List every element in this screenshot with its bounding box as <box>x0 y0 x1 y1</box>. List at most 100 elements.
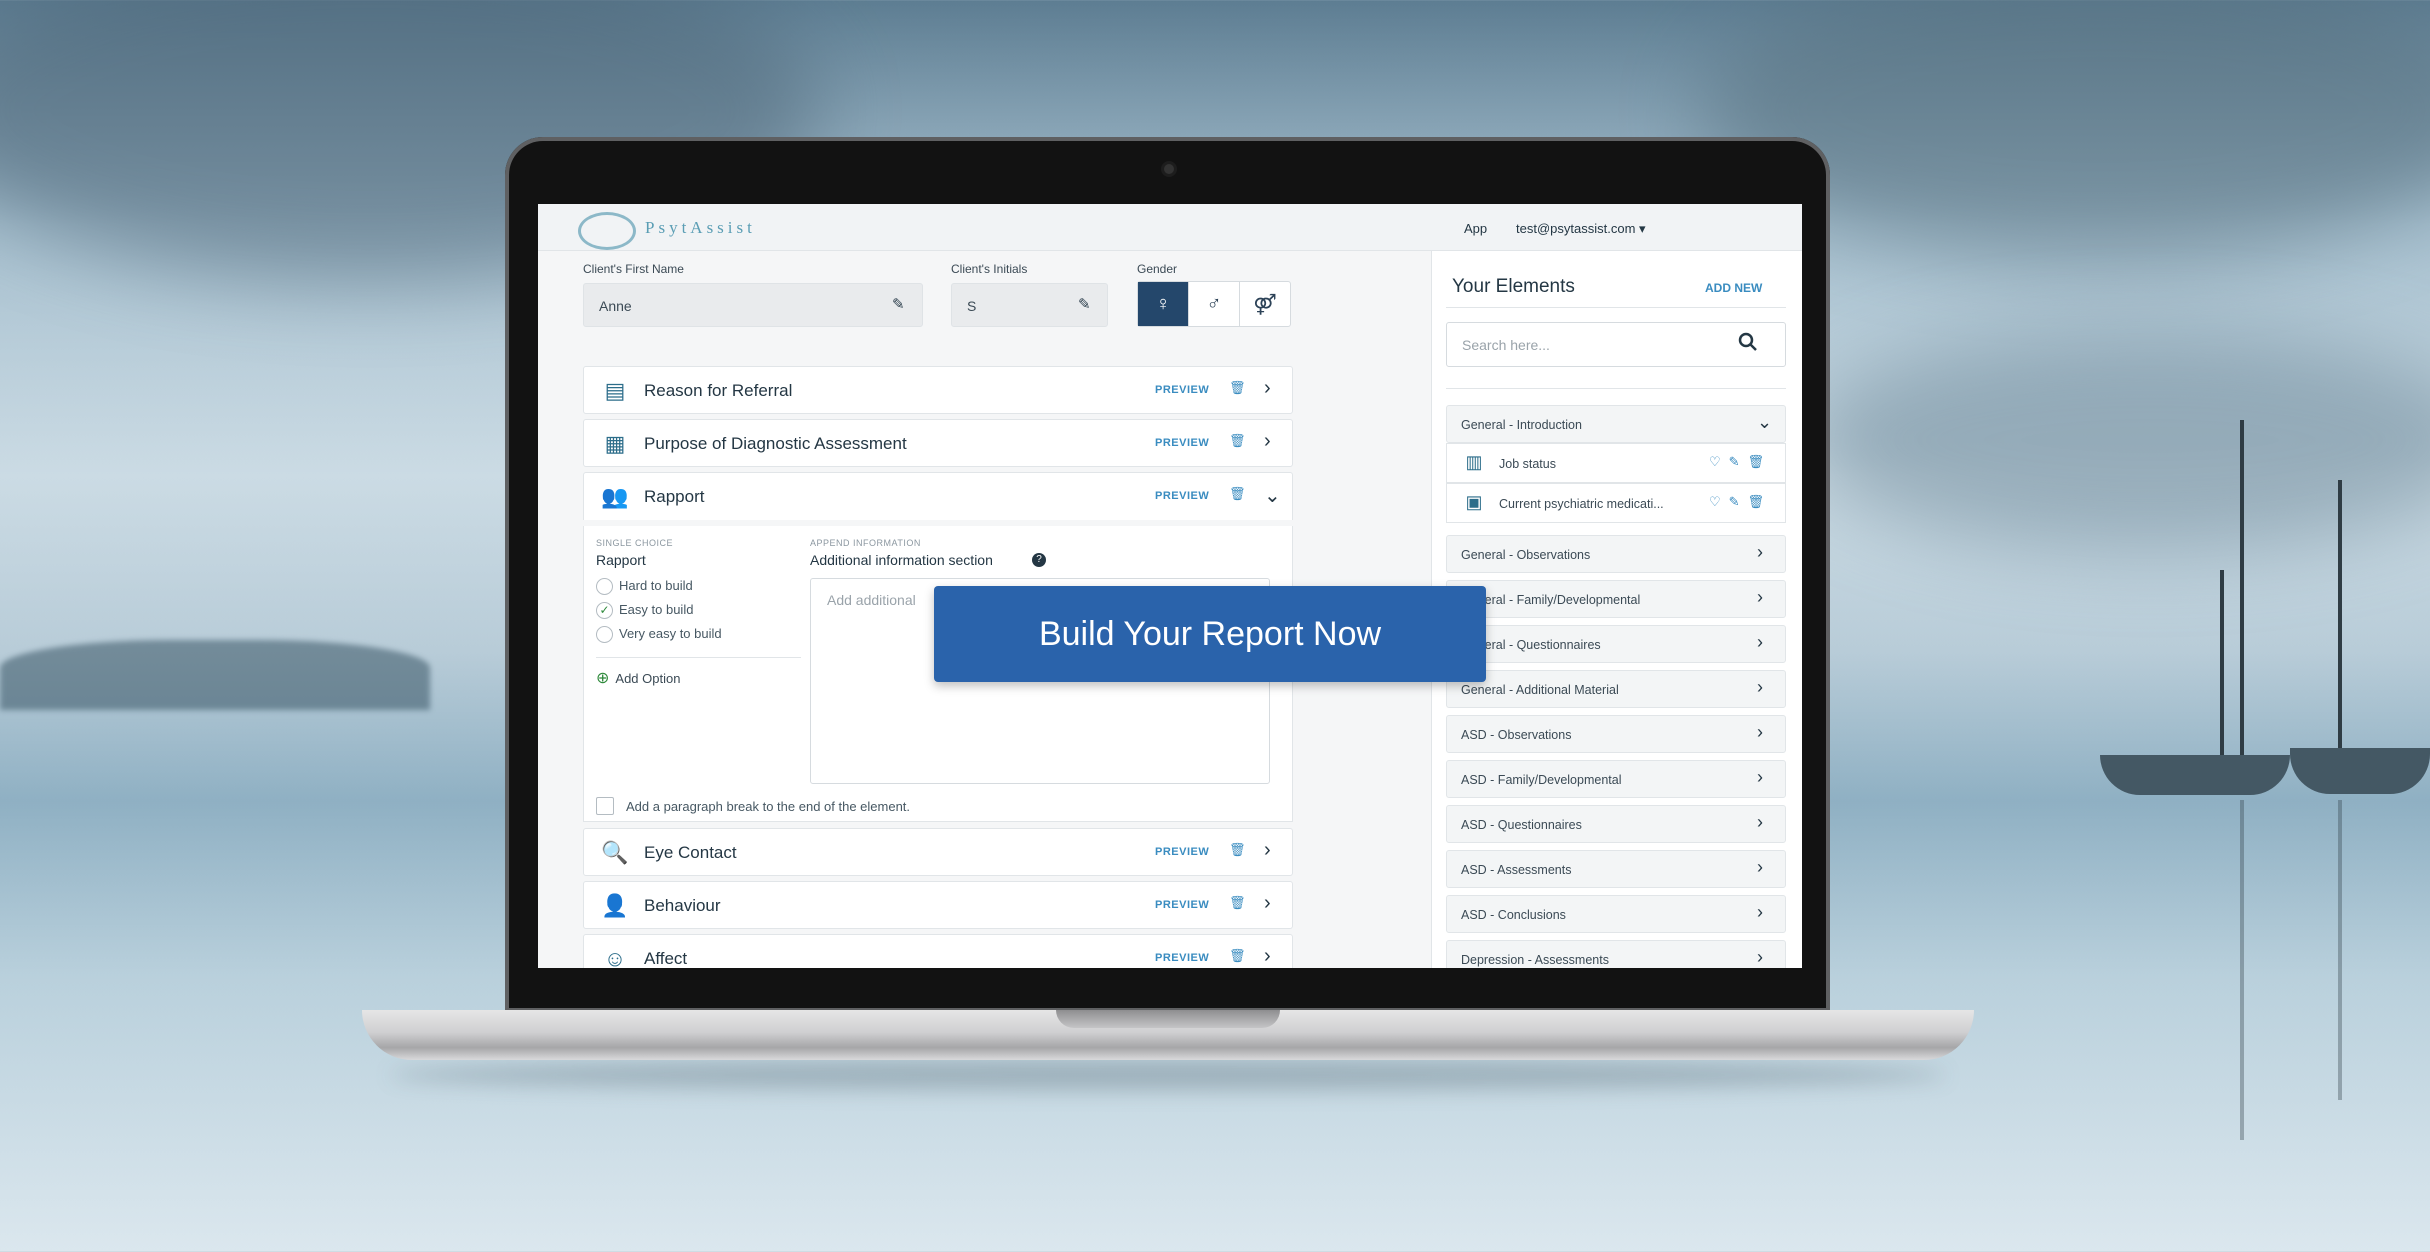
people-icon: 👥 <box>601 484 629 509</box>
category-item[interactable]: Depression - Assessments › <box>1446 940 1786 968</box>
logo-text[interactable]: PsytAssist <box>645 218 756 238</box>
option-hard[interactable]: Hard to build <box>596 578 693 596</box>
element-title: Rapport <box>644 487 705 506</box>
element-row-rapport[interactable]: 👥 Rapport PREVIEW 🗑 ⌄ <box>583 472 1293 520</box>
first-name-field[interactable]: Anne <box>583 283 923 327</box>
search-input[interactable]: Search here... <box>1446 322 1786 367</box>
category-general-introduction[interactable]: General - Introduction ⌄ <box>1446 405 1786 443</box>
element-title: Affect <box>644 949 688 968</box>
chevron-right-icon[interactable]: › <box>1264 430 1271 453</box>
male-icon[interactable]: ♂ <box>1189 282 1240 326</box>
item-actions[interactable]: ♡✎🗑 <box>1709 454 1772 470</box>
boat-hull <box>2290 748 2430 794</box>
element-item-medication[interactable]: ▣ Current psychiatric medicati... ♡✎🗑 <box>1446 483 1786 523</box>
element-row-behaviour[interactable]: 👤 Behaviour PREVIEW 🗑 › <box>583 881 1293 929</box>
category-label: ASD - Conclusions <box>1461 908 1566 922</box>
category-item[interactable]: General - Family/Developmental › <box>1446 580 1786 618</box>
category-item[interactable]: General - Observations › <box>1446 535 1786 573</box>
chevron-right-icon: › <box>1757 632 1763 652</box>
question-label: Rapport <box>596 552 646 568</box>
option-easy[interactable]: ✓ Easy to build <box>596 602 694 620</box>
chevron-right-icon[interactable]: › <box>1264 945 1271 968</box>
cloud <box>1800 330 2430 550</box>
category-item[interactable]: ASD - Observations › <box>1446 715 1786 753</box>
pencil-icon[interactable]: ✎ <box>1078 295 1091 313</box>
female-icon[interactable]: ♀ <box>1138 282 1189 326</box>
preview-button[interactable]: PREVIEW <box>1155 490 1209 502</box>
trash-icon[interactable]: 🗑 <box>1229 948 1246 964</box>
camera-icon <box>1164 164 1174 174</box>
preview-button[interactable]: PREVIEW <box>1155 846 1209 858</box>
build-report-button[interactable]: Build Your Report Now <box>934 586 1486 682</box>
first-name-label: Client's First Name <box>583 262 684 276</box>
divider <box>596 657 801 658</box>
category-item[interactable]: ASD - Family/Developmental › <box>1446 760 1786 798</box>
preview-button[interactable]: PREVIEW <box>1155 952 1209 964</box>
nav-app-link[interactable]: App <box>1464 221 1487 236</box>
preview-button[interactable]: PREVIEW <box>1155 437 1209 449</box>
radio-icon[interactable] <box>596 578 613 596</box>
boat-mast <box>2220 570 2224 770</box>
trash-icon[interactable]: 🗑 <box>1229 486 1246 502</box>
trash-icon[interactable]: 🗑 <box>1229 842 1246 858</box>
help-icon[interactable]: ? <box>1032 553 1046 567</box>
category-label: General - Observations <box>1461 548 1591 562</box>
category-item[interactable]: ASD - Questionnaires › <box>1446 805 1786 843</box>
trash-icon[interactable]: 🗑 <box>1229 433 1246 449</box>
element-item-label: Current psychiatric medicati... <box>1499 497 1664 511</box>
chevron-right-icon[interactable]: › <box>1264 892 1271 915</box>
choice-type-label: SINGLE CHOICE <box>596 538 674 548</box>
pencil-icon[interactable]: ✎ <box>892 295 905 313</box>
add-option-button[interactable]: ⊕ Add Option <box>596 668 680 688</box>
item-actions[interactable]: ♡✎🗑 <box>1709 494 1772 510</box>
boat-mast <box>2240 420 2244 780</box>
chevron-down-icon: ⌄ <box>1757 412 1773 432</box>
boat-hull <box>2100 755 2290 795</box>
option-label: Easy to build <box>619 602 694 617</box>
category-item[interactable]: General - Additional Material › <box>1446 670 1786 708</box>
option-very-easy[interactable]: Very easy to build <box>596 626 722 644</box>
chevron-right-icon[interactable]: › <box>1264 377 1271 400</box>
element-item-job-status[interactable]: ▥ Job status ♡✎🗑 <box>1446 443 1786 483</box>
couple-icon[interactable]: ⚤ <box>1240 282 1290 326</box>
top-bar: PsytAssist App test@psytassist.com ▾ <box>538 204 1802 251</box>
chevron-right-icon[interactable]: › <box>1264 839 1271 862</box>
category-item[interactable]: General - Questionnaires › <box>1446 625 1786 663</box>
plus-icon: ⊕ <box>596 670 610 687</box>
element-row-eye-contact[interactable]: 🔍 Eye Contact PREVIEW 🗑 › <box>583 828 1293 876</box>
cta-label: Build Your Report Now <box>1038 614 1382 653</box>
chevron-down-icon[interactable]: ⌄ <box>1264 483 1281 508</box>
panel-title: Your Elements <box>1452 276 1575 297</box>
trash-icon[interactable]: 🗑 <box>1229 380 1246 396</box>
initials-label: Client's Initials <box>951 262 1028 276</box>
add-new-button[interactable]: ADD NEW <box>1705 281 1762 295</box>
element-title: Reason for Referral <box>644 381 793 400</box>
category-label: ASD - Observations <box>1461 728 1572 742</box>
category-label: General - Family/Developmental <box>1461 593 1641 607</box>
category-label: ASD - Questionnaires <box>1461 818 1582 832</box>
category-item[interactable]: ASD - Assessments › <box>1446 850 1786 888</box>
radio-icon[interactable] <box>596 626 613 644</box>
paragraph-break-checkbox[interactable] <box>596 797 614 815</box>
first-name-value: Anne <box>599 298 632 314</box>
category-item[interactable]: ASD - Conclusions › <box>1446 895 1786 933</box>
preview-button[interactable]: PREVIEW <box>1155 899 1209 911</box>
preview-button[interactable]: PREVIEW <box>1155 384 1209 396</box>
gender-label: Gender <box>1137 262 1178 276</box>
books-icon: ▥ <box>1465 452 1483 472</box>
search-icon[interactable] <box>1736 330 1760 354</box>
initials-value: S <box>967 298 977 314</box>
eye-magnifier-icon: 🔍 <box>601 840 629 865</box>
chevron-right-icon: › <box>1757 767 1763 787</box>
user-menu[interactable]: test@psytassist.com ▾ <box>1516 221 1646 237</box>
person-icon: 👤 <box>601 893 629 918</box>
element-row-affect[interactable]: ☺ Affect PREVIEW 🗑 › <box>583 934 1293 968</box>
element-row-purpose[interactable]: ▦ Purpose of Diagnostic Assessment PREVI… <box>583 419 1293 467</box>
element-row-reason-for-referral[interactable]: ▤ Reason for Referral PREVIEW 🗑 › <box>583 366 1293 414</box>
trash-icon[interactable]: 🗑 <box>1229 895 1246 911</box>
chevron-right-icon: › <box>1757 857 1763 877</box>
paragraph-break-label: Add a paragraph break to the end of the … <box>626 799 911 814</box>
gender-selector[interactable]: ♀ ♂ ⚤ <box>1137 281 1291 327</box>
checkmark-icon[interactable]: ✓ <box>596 602 613 620</box>
category-label: Depression - Assessments <box>1461 953 1609 967</box>
